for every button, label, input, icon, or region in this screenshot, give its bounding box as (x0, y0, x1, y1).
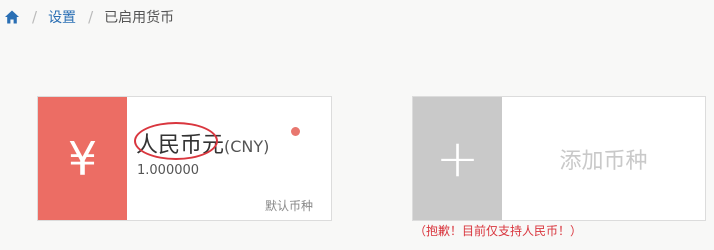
breadcrumb-current: 已启用货币 (104, 10, 175, 26)
currency-rate: 1.000000 (137, 163, 200, 178)
breadcrumb-separator: / (88, 8, 94, 26)
breadcrumb-settings-link[interactable]: 设置 (48, 7, 76, 27)
default-currency-label: 默认币种 (264, 199, 313, 213)
plus-icon: + (413, 97, 502, 220)
currency-code: (CNY) (224, 137, 270, 156)
currency-card[interactable]: ¥ 人民币元(CNY) 1.000000 默认币种 (37, 96, 332, 221)
status-dot-icon (291, 127, 300, 136)
add-currency-label: 添加币种 (559, 148, 648, 174)
add-currency-card[interactable]: + 添加币种 (412, 96, 706, 221)
annotation-circle (134, 122, 218, 160)
yen-icon: ¥ (38, 97, 127, 220)
home-icon[interactable] (4, 9, 20, 25)
breadcrumb: / 设置 / 已启用货币 (4, 6, 174, 28)
breadcrumb-separator: / (32, 8, 38, 26)
notice-text: （抱歉！目前仅支持人民币！） (414, 224, 583, 238)
